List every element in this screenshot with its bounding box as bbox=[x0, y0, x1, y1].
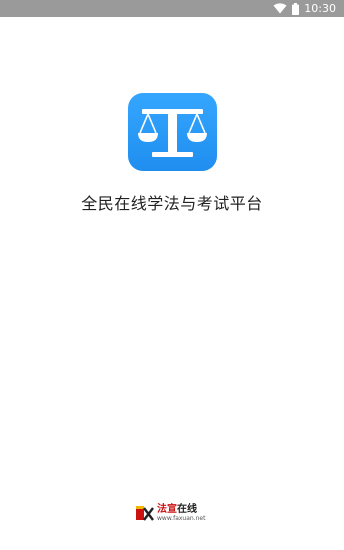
footer-brand-name: 法宣在线 bbox=[157, 503, 205, 515]
app-slogan: 全民在线学法与考试平台 bbox=[81, 194, 263, 213]
wifi-icon bbox=[273, 3, 287, 14]
footer-brand-part2: 在线 bbox=[177, 503, 197, 515]
scales-of-justice-icon bbox=[138, 109, 207, 157]
footer-url: www.faxuan.net bbox=[157, 514, 206, 522]
battery-icon bbox=[292, 2, 300, 15]
footer-logo-text: 法宣在线 www.faxuan.net bbox=[157, 503, 206, 522]
status-bar: 10:30 bbox=[0, 0, 344, 17]
status-time: 10:30 bbox=[304, 2, 336, 15]
app-icon bbox=[128, 93, 217, 171]
footer-logo: 法宣在线 www.faxuan.net bbox=[136, 503, 216, 523]
footer-brand-part1: 法宣 bbox=[157, 503, 177, 515]
faxuan-logo-icon bbox=[136, 504, 154, 522]
status-icons: 10:30 bbox=[273, 0, 336, 17]
